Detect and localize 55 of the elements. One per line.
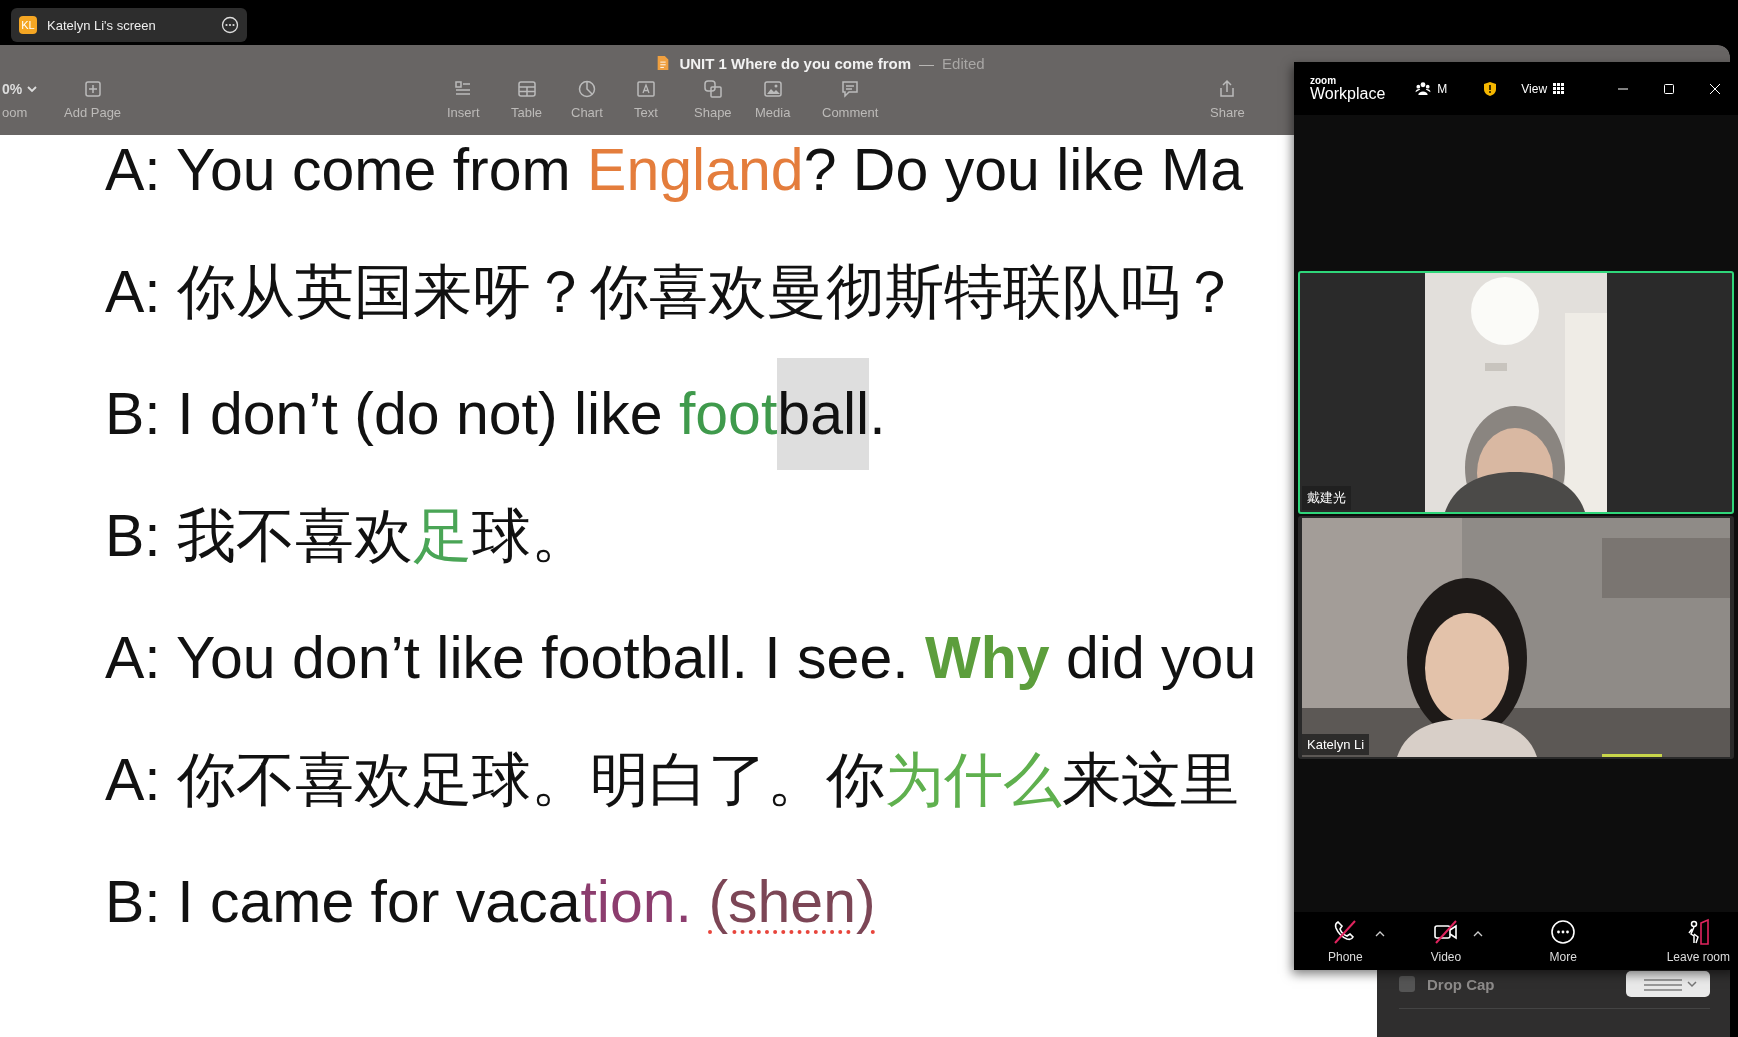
- document-line: B: I don’t (do not) like football.: [105, 353, 886, 475]
- drop-cap-checkbox[interactable]: [1399, 976, 1415, 992]
- phone-button[interactable]: Phone: [1328, 918, 1363, 964]
- text-box-icon: [635, 79, 656, 99]
- tab-label: Katelyn Li's screen: [47, 17, 157, 33]
- zoom-value: 0%: [2, 81, 23, 97]
- shape-button[interactable]: Shape: [694, 79, 732, 120]
- people-icon: [1415, 81, 1432, 96]
- participants-button[interactable]: M: [1415, 81, 1448, 96]
- table-button[interactable]: Table: [511, 79, 543, 120]
- document-line: B: I came for vacation. (shen): [105, 868, 876, 937]
- zoom-brand: zoom: [1310, 75, 1338, 86]
- leave-button[interactable]: Leave room: [1666, 918, 1730, 964]
- media-button[interactable]: Media: [755, 79, 791, 120]
- drop-cap-style-dropdown[interactable]: [1626, 971, 1710, 997]
- maximize-icon: [1663, 82, 1675, 95]
- add-page-icon: [82, 79, 103, 99]
- title-separator: —: [919, 54, 935, 72]
- video-button[interactable]: Video: [1430, 918, 1462, 964]
- document-line: A: You don’t like football. I see. Why did you: [105, 624, 1257, 693]
- image-icon: [762, 79, 783, 99]
- close-icon: [1709, 82, 1721, 95]
- document-title: UNIT 1 Where do you come from: [679, 54, 912, 72]
- comment-icon: [840, 79, 861, 99]
- document-line: A: 你不喜欢足球。明白了。你为什么来这里: [105, 746, 1240, 815]
- chart-button[interactable]: Chart: [571, 79, 603, 120]
- view-button[interactable]: View: [1521, 81, 1565, 96]
- document-line: B: 我不喜欢足球。: [105, 502, 591, 571]
- shared-screen-tab[interactable]: KL Katelyn Li's screen: [11, 8, 247, 42]
- chart-icon: [576, 79, 597, 99]
- more-button[interactable]: More: [1549, 918, 1578, 964]
- caret-icon: [1473, 930, 1484, 938]
- participant-name: Katelyn Li: [1302, 734, 1370, 755]
- shield-icon: [1483, 80, 1498, 97]
- comment-button[interactable]: Comment: [822, 79, 879, 120]
- avatar: KL: [19, 16, 37, 34]
- caret-icon: [1374, 930, 1385, 938]
- app-name: Workplace: [1310, 85, 1386, 102]
- document-line: A: 你从英国来呀？你喜欢曼彻斯特联队吗？: [105, 258, 1240, 327]
- text-button[interactable]: Text: [634, 79, 658, 120]
- grid-icon: [1553, 83, 1565, 94]
- add-page-button[interactable]: Add Page: [64, 79, 122, 120]
- document-line: A: You come from England? Do you like Ma: [105, 136, 1244, 205]
- zoom-button[interactable]: 0% oom: [2, 79, 39, 120]
- drop-cap-label: Drop Cap: [1427, 975, 1496, 993]
- participant-name: 戴建光: [1302, 486, 1351, 510]
- caret-button[interactable]: [1374, 930, 1385, 938]
- share-button[interactable]: Share: [1210, 79, 1245, 120]
- shape-icon: [702, 79, 723, 99]
- table-icon: [516, 79, 537, 99]
- more-icon: [221, 16, 239, 34]
- caret-button[interactable]: [1473, 930, 1484, 938]
- chevron-icon: [26, 83, 39, 95]
- insert-button[interactable]: Insert: [447, 79, 480, 120]
- edited-status: Edited: [942, 54, 985, 72]
